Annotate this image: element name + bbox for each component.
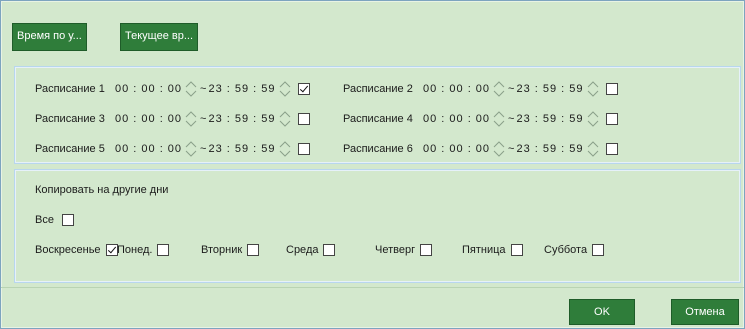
day-item-7: Суббота (544, 240, 605, 260)
schedule-end-time[interactable]: 23 : 59 : 59 (516, 113, 583, 125)
schedule-enable-checkbox[interactable] (297, 83, 310, 95)
copy-all-checkbox[interactable] (61, 214, 74, 226)
schedule-start-time[interactable]: 00 : 00 : 00 (423, 83, 490, 95)
day-checkbox[interactable] (592, 244, 605, 256)
footer-separator (1, 287, 744, 288)
day-label: Воскресенье (35, 244, 101, 256)
range-separator: ~ (200, 113, 207, 125)
end-time-spinner-icon[interactable] (587, 80, 599, 98)
end-time-spinner-icon[interactable] (279, 80, 291, 98)
schedule-start-time[interactable]: 00 : 00 : 00 (423, 143, 490, 155)
day-label: Суббота (544, 244, 588, 256)
schedule-label: Расписание 5 (35, 143, 105, 155)
start-time-spinner-icon[interactable] (493, 80, 505, 98)
schedule-start-time[interactable]: 00 : 00 : 00 (115, 83, 182, 95)
end-time-spinner-icon[interactable] (587, 110, 599, 128)
start-time-spinner-icon[interactable] (493, 140, 505, 158)
schedule-label: Расписание 3 (35, 113, 105, 125)
range-separator: ~ (508, 143, 515, 155)
current-time-button[interactable]: Текущее вр... (120, 23, 199, 51)
range-separator: ~ (508, 83, 515, 95)
day-checkbox[interactable] (510, 244, 523, 256)
end-time-spinner-icon[interactable] (279, 140, 291, 158)
schedules-panel: Расписание 1 00 : 00 : 00 ~23 : 59 : 59 Рас… (14, 66, 741, 164)
day-label: Среда (286, 244, 319, 256)
schedule-label: Расписание 2 (343, 83, 413, 95)
ok-button[interactable]: OK (569, 299, 635, 325)
schedule-end-time[interactable]: 23 : 59 : 59 (208, 143, 275, 155)
copy-title: Копировать на другие дни (35, 184, 169, 196)
day-checkbox[interactable] (420, 244, 433, 256)
schedule-label: Расписание 1 (35, 83, 105, 95)
schedule-enable-checkbox[interactable] (297, 113, 310, 125)
schedule-row-2: Расписание 2 00 : 00 : 00 ~23 : 59 : 59 (343, 79, 618, 99)
day-item-6: Пятница (462, 240, 523, 260)
range-separator: ~ (508, 113, 515, 125)
day-label: Пятница (462, 244, 506, 256)
start-time-spinner-icon[interactable] (185, 80, 197, 98)
schedule-end-time[interactable]: 23 : 59 : 59 (516, 143, 583, 155)
schedule-enable-checkbox[interactable] (605, 113, 618, 125)
schedule-enable-checkbox[interactable] (605, 143, 618, 155)
cancel-button[interactable]: Отмена (671, 299, 739, 325)
schedule-row-1: Расписание 1 00 : 00 : 00 ~23 : 59 : 59 (35, 79, 310, 99)
schedule-row-5: Расписание 5 00 : 00 : 00 ~23 : 59 : 59 (35, 139, 310, 159)
day-checkbox[interactable] (105, 244, 118, 256)
day-label: Вторник (201, 244, 243, 256)
schedule-row-4: Расписание 4 00 : 00 : 00 ~23 : 59 : 59 (343, 109, 618, 129)
schedule-start-time[interactable]: 00 : 00 : 00 (115, 113, 182, 125)
day-label: Понед. (117, 244, 153, 256)
day-checkbox[interactable] (157, 244, 170, 256)
day-item-3: Вторник (201, 240, 260, 260)
start-time-spinner-icon[interactable] (185, 110, 197, 128)
end-time-spinner-icon[interactable] (587, 140, 599, 158)
day-checkbox[interactable] (323, 244, 336, 256)
schedule-enable-checkbox[interactable] (605, 83, 618, 95)
copy-all-row: Все (35, 210, 74, 230)
start-time-spinner-icon[interactable] (185, 140, 197, 158)
sync-time-button[interactable]: Время по у... (12, 23, 87, 51)
schedule-end-time[interactable]: 23 : 59 : 59 (208, 83, 275, 95)
day-checkbox[interactable] (247, 244, 260, 256)
schedule-start-time[interactable]: 00 : 00 : 00 (423, 113, 490, 125)
day-item-1: Воскресенье (35, 240, 118, 260)
range-separator: ~ (200, 83, 207, 95)
end-time-spinner-icon[interactable] (279, 110, 291, 128)
day-item-2: Понед. (117, 240, 170, 260)
schedule-row-6: Расписание 6 00 : 00 : 00 ~23 : 59 : 59 (343, 139, 618, 159)
copy-all-label: Все (35, 214, 54, 226)
start-time-spinner-icon[interactable] (493, 110, 505, 128)
schedule-label: Расписание 4 (343, 113, 413, 125)
schedule-dialog: Время по у... Текущее вр... Расписание 1… (0, 0, 745, 329)
day-label: Четверг (375, 244, 416, 256)
range-separator: ~ (200, 143, 207, 155)
schedule-enable-checkbox[interactable] (297, 143, 310, 155)
copy-panel: Копировать на другие дни Все Воскресенье… (14, 169, 741, 283)
schedule-row-3: Расписание 3 00 : 00 : 00 ~23 : 59 : 59 (35, 109, 310, 129)
day-item-5: Четверг (375, 240, 433, 260)
schedule-start-time[interactable]: 00 : 00 : 00 (115, 143, 182, 155)
schedule-end-time[interactable]: 23 : 59 : 59 (516, 83, 583, 95)
schedule-end-time[interactable]: 23 : 59 : 59 (208, 113, 275, 125)
day-item-4: Среда (286, 240, 336, 260)
schedule-label: Расписание 6 (343, 143, 413, 155)
